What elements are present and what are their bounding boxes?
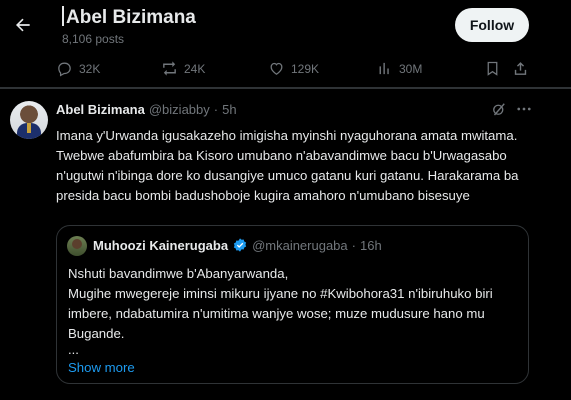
- author-handle[interactable]: @biziabby: [149, 102, 210, 117]
- back-button[interactable]: [8, 10, 38, 40]
- like-icon: [270, 62, 283, 75]
- quoted-text: Nshuti bavandimwe b'Abanyarwanda, Mugihe…: [68, 264, 523, 344]
- follow-button[interactable]: Follow: [455, 8, 529, 42]
- share-button[interactable]: [512, 60, 529, 77]
- views-count: 30M: [399, 61, 423, 76]
- grok-icon[interactable]: [490, 100, 508, 118]
- header-title: Abel Bizimana: [62, 6, 196, 29]
- reply-icon: [58, 62, 71, 77]
- reply-button[interactable]: 32K: [56, 60, 100, 77]
- tweet-author-line: Abel Bizimana @biziabby · 5h: [56, 102, 237, 117]
- quoted-time: 16h: [360, 237, 382, 253]
- quoted-tweet[interactable]: Muhoozi Kainerugaba @mkainerugaba · 16h …: [56, 225, 529, 384]
- quoted-avatar-face: [72, 239, 82, 249]
- views-button[interactable]: 30M: [376, 60, 422, 77]
- more-icon[interactable]: [515, 100, 533, 118]
- reply-count: 32K: [79, 61, 101, 76]
- quoted-separator-dot: ·: [351, 237, 356, 253]
- reply-tweet[interactable]: Abel Bizimana @biziabby · 5h Imana y'Urw…: [0, 88, 571, 400]
- profile-header: Abel Bizimana 8,106 posts Follow: [0, 0, 571, 52]
- text-cursor: [62, 6, 64, 26]
- separator-dot: ·: [213, 102, 219, 117]
- bookmark-icon: [487, 61, 498, 76]
- post-actions-bar: 32K 24K 129K 30M: [0, 52, 571, 88]
- quoted-author-line: Muhoozi Kainerugaba @mkainerugaba · 16h: [93, 237, 382, 253]
- views-icon: [379, 62, 389, 75]
- repost-count: 24K: [184, 61, 206, 76]
- quoted-ellipsis: ...: [68, 342, 79, 357]
- tweet-time[interactable]: 5h: [222, 102, 236, 117]
- quoted-author-handle: @mkainerugaba: [252, 237, 348, 253]
- verified-icon: [233, 238, 247, 252]
- tweet-text: Imana y'Urwanda igusakazeho imigisha myi…: [56, 128, 519, 203]
- avatar[interactable]: [10, 101, 48, 139]
- bookmark-button[interactable]: [484, 60, 501, 77]
- back-arrow-icon: [16, 18, 30, 32]
- repost-icon: [163, 61, 176, 76]
- quoted-avatar[interactable]: [67, 236, 87, 256]
- quoted-author-name: Muhoozi Kainerugaba: [93, 237, 229, 253]
- author-name[interactable]: Abel Bizimana: [56, 102, 145, 117]
- repost-button[interactable]: 24K: [161, 60, 205, 77]
- avatar-tie: [27, 123, 31, 133]
- posts-count: 8,106 posts: [62, 32, 125, 46]
- share-icon: [514, 62, 527, 75]
- quoted-text-line-2: Mugihe mwegereje iminsi mikuru ijyane no…: [68, 286, 493, 341]
- like-count: 129K: [291, 61, 320, 76]
- like-button[interactable]: 129K: [268, 60, 319, 77]
- quoted-text-line-1: Nshuti bavandimwe b'Abanyarwanda,: [68, 266, 289, 281]
- show-more-link[interactable]: Show more: [68, 360, 135, 375]
- header-title-text: Abel Bizimana: [66, 7, 196, 28]
